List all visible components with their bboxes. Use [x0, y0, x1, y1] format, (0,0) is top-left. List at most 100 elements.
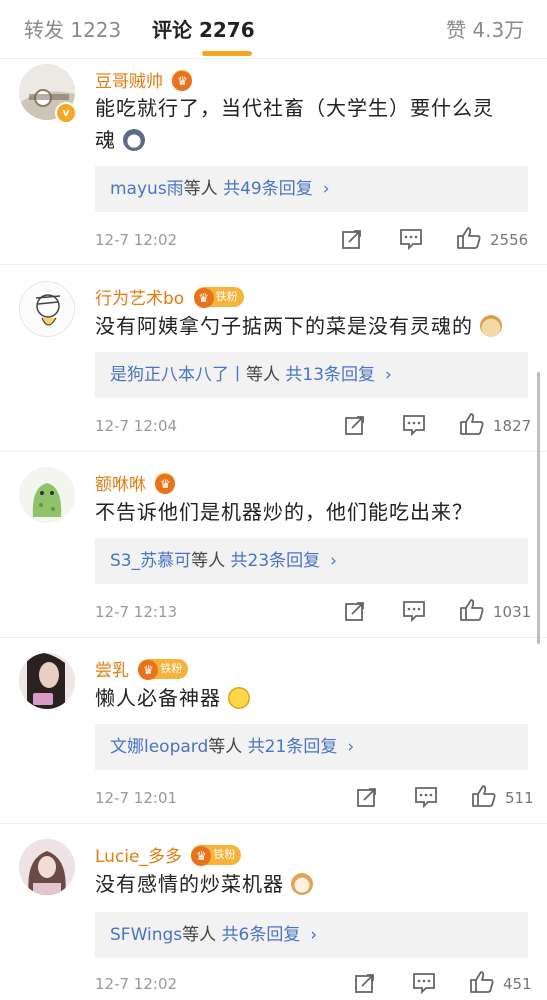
- active-tab-indicator: [202, 51, 252, 56]
- reply-count[interactable]: 共6条回复: [222, 925, 301, 945]
- fan-badge: ♛ 铁粉: [191, 845, 242, 866]
- comment-username[interactable]: 豆哥贼帅 ♛: [95, 67, 193, 92]
- reply-count[interactable]: 共13条回复: [285, 365, 375, 385]
- comment-username[interactable]: 行为艺术bo ♛ 铁粉: [95, 284, 244, 309]
- tab-likes-label: 赞: [446, 18, 466, 42]
- like-count: 1031: [493, 603, 532, 621]
- comment-time: 12-7 12:01: [95, 789, 178, 807]
- tab-comments[interactable]: 评论 2276: [152, 14, 255, 43]
- comment-text-line: 能吃就行了，当代社畜（大学生）要什么灵: [95, 96, 494, 120]
- doge-emoji-icon: [480, 314, 503, 337]
- comment-divider: [0, 451, 547, 452]
- like-count: 1827: [493, 417, 532, 435]
- username-text: Lucie_多多: [95, 847, 182, 867]
- like-count: 511: [505, 789, 534, 807]
- like-icon[interactable]: [459, 598, 485, 622]
- reply-others: 等人: [191, 551, 226, 571]
- username-text: 尝乳: [95, 661, 129, 681]
- tab-reposts-count: 1223: [70, 18, 122, 42]
- comment-text-line: 没有感情的炒菜机器: [95, 872, 284, 896]
- fan-badge-label: 铁粉: [160, 662, 183, 675]
- like-count: 2556: [490, 231, 529, 249]
- reply-summary[interactable]: SFWings等人 共6条回复 ›: [95, 912, 528, 958]
- repost-icon[interactable]: [356, 786, 378, 808]
- tab-reposts[interactable]: 转发 1223: [24, 14, 121, 43]
- cat-emoji-icon: [291, 872, 314, 895]
- like-icon[interactable]: [471, 784, 497, 808]
- avatar[interactable]: [19, 839, 75, 895]
- comment-username[interactable]: Lucie_多多 ♛ 铁粉: [95, 842, 242, 867]
- comment-username[interactable]: 额咻咻 ♛: [95, 470, 176, 495]
- vip-crown-icon: ♛: [172, 70, 193, 91]
- comment-text-line: 没有阿姨拿勺子掂两下的菜是没有灵魂的: [95, 314, 473, 338]
- comment-divider: [0, 264, 547, 265]
- reply-summary[interactable]: mayus雨等人 共49条回复 ›: [95, 166, 528, 212]
- reply-user[interactable]: mayus雨: [110, 179, 184, 199]
- like-icon[interactable]: [456, 226, 482, 250]
- reply-count[interactable]: 共21条回复: [248, 737, 338, 757]
- fan-badge-label: 铁粉: [215, 290, 238, 303]
- repost-icon[interactable]: [354, 972, 376, 994]
- comment-icon[interactable]: [402, 414, 426, 436]
- comment-time: 12-7 12:02: [95, 975, 178, 993]
- username-text: 额咻咻: [95, 475, 146, 495]
- reply-others: 等人: [208, 737, 243, 757]
- repost-icon[interactable]: [344, 600, 366, 622]
- reply-user[interactable]: S3_苏慕可: [110, 551, 191, 571]
- tab-reposts-label: 转发: [24, 18, 64, 42]
- comment-username[interactable]: 尝乳 ♛ 铁粉: [95, 656, 189, 681]
- chevron-right-icon: ›: [347, 737, 355, 757]
- chevron-right-icon: ›: [385, 365, 392, 385]
- comment-text-line: 魂: [95, 128, 116, 152]
- vip-crown-icon: ♛: [193, 288, 214, 308]
- username-text: 豆哥贼帅: [95, 72, 163, 92]
- avatar[interactable]: [19, 281, 75, 337]
- reply-summary[interactable]: 文娜leopard等人 共21条回复 ›: [95, 724, 528, 770]
- chevron-right-icon: ›: [330, 551, 337, 571]
- verified-badge-icon: v: [55, 102, 77, 124]
- fan-badge: ♛ 铁粉: [138, 659, 189, 680]
- comment-divider: [0, 823, 547, 824]
- comment-text: 能吃就行了，当代社畜（大学生）要什么灵 魂: [95, 92, 494, 156]
- vip-crown-icon: ♛: [191, 846, 212, 866]
- comment-icon[interactable]: [412, 972, 436, 994]
- tab-likes[interactable]: 赞 4.3万: [446, 14, 524, 43]
- tab-comments-label: 评论: [152, 18, 192, 42]
- tab-comments-count: 2276: [198, 18, 255, 42]
- chevron-right-icon: ›: [310, 925, 318, 945]
- reply-count[interactable]: 共23条回复: [231, 551, 321, 571]
- like-icon[interactable]: [469, 970, 495, 994]
- comment-icon[interactable]: [402, 600, 426, 622]
- comment-text: 没有阿姨拿勺子掂两下的菜是没有灵魂的: [95, 310, 503, 342]
- comment-text-line: 不告诉他们是机器炒的，他们能吃出来？: [95, 500, 473, 524]
- tab-likes-count: 4.3万: [472, 18, 525, 42]
- reply-user[interactable]: 是狗正八本八了丨: [110, 365, 246, 385]
- username-text: 行为艺术bo: [95, 289, 185, 309]
- reply-summary[interactable]: S3_苏慕可等人 共23条回复 ›: [95, 538, 528, 584]
- repost-icon[interactable]: [341, 228, 363, 250]
- vip-crown-icon: ♛: [155, 473, 176, 494]
- repost-icon[interactable]: [344, 414, 366, 436]
- comment-icon[interactable]: [414, 786, 438, 808]
- reply-user[interactable]: SFWings: [110, 925, 182, 945]
- reply-summary[interactable]: 是狗正八本八了丨等人 共13条回复 ›: [95, 352, 528, 398]
- tab-divider: [0, 58, 547, 59]
- reply-others: 等人: [182, 925, 217, 945]
- like-icon[interactable]: [459, 412, 485, 436]
- comment-time: 12-7 12:02: [95, 231, 178, 249]
- reply-count[interactable]: 共49条回复: [223, 179, 313, 199]
- reply-user[interactable]: 文娜leopard: [110, 737, 208, 757]
- comment-divider: [0, 637, 547, 638]
- chevron-right-icon: ›: [322, 179, 330, 199]
- fan-badge-label: 铁粉: [213, 848, 236, 861]
- comment-text: 不告诉他们是机器炒的，他们能吃出来？: [95, 496, 473, 528]
- avatar[interactable]: [19, 467, 75, 523]
- comment-text: 懒人必备神器: [95, 682, 251, 714]
- comment-icon[interactable]: [399, 228, 423, 250]
- scrollbar[interactable]: [537, 372, 540, 644]
- comment-text-line: 懒人必备神器: [95, 686, 221, 710]
- comment-time: 12-7 12:04: [95, 417, 178, 435]
- comment-text: 没有感情的炒菜机器: [95, 868, 314, 900]
- avatar[interactable]: [19, 653, 75, 709]
- laughing-emoji-icon: [228, 686, 251, 709]
